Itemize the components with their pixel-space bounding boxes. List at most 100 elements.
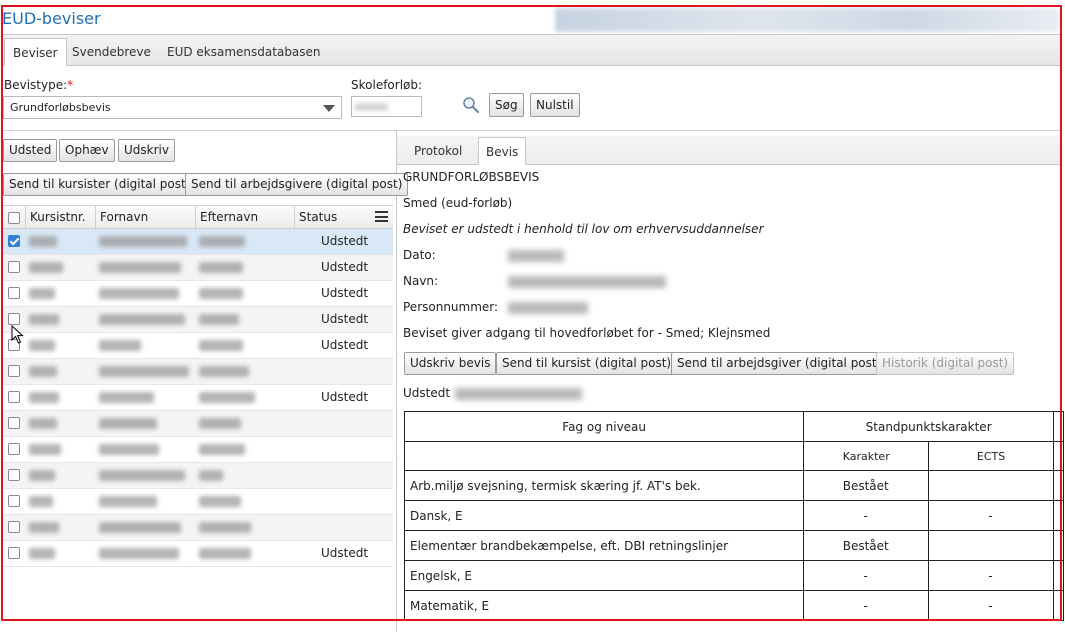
- detail-tabbar: Protokol Bevis: [397, 135, 1062, 165]
- fornavn-blurred: [99, 522, 181, 533]
- row-checkbox[interactable]: [8, 235, 20, 247]
- row-checkbox[interactable]: [8, 469, 20, 481]
- tab-bevis[interactable]: Bevis: [478, 137, 527, 165]
- blurred-school-name: [555, 8, 1060, 32]
- send-kursist-button[interactable]: Send til kursist (digital post): [496, 352, 678, 375]
- fornavn-blurred: [99, 392, 154, 403]
- row-checkbox[interactable]: [8, 443, 20, 455]
- table-row[interactable]: Udstedt: [3, 333, 393, 359]
- send-arbejdsgiver-button[interactable]: Send til arbejdsgiver (digital post): [671, 352, 888, 375]
- tab-eud-eksamensdatabasen[interactable]: EUD eksamensdatabasen: [159, 38, 329, 66]
- row-checkbox[interactable]: [8, 365, 20, 377]
- table-row[interactable]: [3, 489, 393, 515]
- row-checkbox[interactable]: [8, 391, 20, 403]
- select-all-checkbox[interactable]: [8, 212, 20, 224]
- table-row[interactable]: Udstedt: [3, 307, 393, 333]
- col-overflow: [1052, 441, 1065, 471]
- karakter-cell: -: [803, 500, 930, 531]
- col-efternavn[interactable]: Efternavn: [195, 206, 294, 228]
- row-checkbox[interactable]: [8, 495, 20, 507]
- row-checkbox[interactable]: [8, 417, 20, 429]
- udskriv-button[interactable]: Udskriv: [118, 139, 175, 162]
- fornavn-blurred: [99, 340, 141, 351]
- program-name: Smed (eud-forløb): [403, 196, 513, 210]
- tab-svendebreve[interactable]: Svendebreve: [64, 38, 159, 66]
- send-kursister-button[interactable]: Send til kursister (digital post): [3, 173, 197, 196]
- kursistnr-blurred: [29, 314, 59, 325]
- kursistnr-blurred: [29, 262, 63, 273]
- status-cell: Udstedt: [321, 286, 369, 300]
- reset-button[interactable]: Nulstil: [530, 93, 580, 117]
- fag-cell: Arb.miljø svejsning, termisk skæring jf.…: [403, 470, 805, 501]
- row-checkbox[interactable]: [8, 261, 20, 273]
- status-cell: Udstedt: [321, 546, 369, 560]
- grid-body: Udstedt Udstedt Udstedt Udstedt Udstedt Udste…: [3, 229, 393, 567]
- efternavn-blurred: [199, 548, 251, 559]
- udstedt-value-blurred: [455, 388, 582, 400]
- ects-cell: [928, 530, 1054, 561]
- table-row[interactable]: Udstedt: [3, 281, 393, 307]
- col-status[interactable]: Status: [294, 206, 366, 228]
- overflow-cell: [1052, 530, 1065, 561]
- panel-splitter[interactable]: [396, 131, 397, 632]
- kursistnr-blurred: [29, 522, 59, 533]
- row-checkbox[interactable]: [8, 547, 20, 559]
- col-kursistnr[interactable]: Kursistnr.: [25, 206, 95, 228]
- col-fornavn[interactable]: Fornavn: [95, 206, 195, 228]
- table-row[interactable]: Udstedt: [3, 541, 393, 567]
- table-row[interactable]: [3, 463, 393, 489]
- ects-cell: -: [928, 590, 1054, 621]
- row-checkbox[interactable]: [8, 287, 20, 299]
- col-overflow: [1052, 411, 1065, 442]
- send-arbejdsgivere-button[interactable]: Send til arbejdsgivere (digital post): [185, 173, 409, 196]
- efternavn-blurred: [199, 392, 255, 403]
- tab-beviser[interactable]: Beviser: [4, 38, 67, 66]
- mouse-cursor-icon: [11, 325, 24, 344]
- efternavn-blurred: [199, 366, 249, 377]
- main-tabbar: Beviser Svendebreve EUD eksamensdatabase…: [2, 35, 1062, 66]
- search-icon[interactable]: [462, 96, 480, 114]
- status-cell: Udstedt: [321, 312, 369, 326]
- dato-value-blurred: [508, 250, 564, 262]
- ects-cell: -: [928, 560, 1054, 591]
- col-fag-og-niveau: Fag og niveau: [403, 411, 805, 442]
- table-row[interactable]: [3, 359, 393, 385]
- fag-cell: Engelsk, E: [403, 560, 805, 591]
- fornavn-blurred: [99, 444, 159, 455]
- personnummer-label: Personnummer:: [403, 300, 499, 314]
- efternavn-blurred: [199, 236, 245, 247]
- table-row[interactable]: [3, 437, 393, 463]
- fag-cell: Dansk, E: [403, 500, 805, 531]
- efternavn-blurred: [199, 314, 239, 325]
- udsted-button[interactable]: Udsted: [3, 139, 58, 162]
- table-row[interactable]: Udstedt: [3, 385, 393, 411]
- table-row[interactable]: Udstedt: [3, 255, 393, 281]
- overflow-cell: [1052, 500, 1065, 531]
- efternavn-blurred: [199, 496, 241, 507]
- kursistnr-blurred: [29, 288, 55, 299]
- table-row[interactable]: [3, 411, 393, 437]
- ophaev-button[interactable]: Ophæv: [59, 139, 115, 162]
- col-karakter: Karakter: [803, 441, 930, 471]
- fornavn-blurred: [99, 288, 179, 299]
- col-standpunktskarakter: Standpunktskarakter: [803, 411, 1054, 442]
- table-row[interactable]: [3, 515, 393, 541]
- tab-protokol[interactable]: Protokol: [407, 137, 469, 165]
- search-button[interactable]: Søg: [489, 93, 524, 117]
- efternavn-blurred: [199, 470, 223, 481]
- kursistnr-blurred: [29, 444, 61, 455]
- blurred-value: xxxxx: [355, 100, 388, 113]
- historik-button[interactable]: Historik (digital post): [876, 352, 1015, 375]
- fornavn-blurred: [99, 236, 187, 247]
- table-row[interactable]: Udstedt: [3, 229, 393, 255]
- udskriv-bevis-button[interactable]: Udskriv bevis: [404, 352, 497, 375]
- grade-row: Arb.miljø svejsning, termisk skæring jf.…: [403, 470, 1065, 501]
- menu-icon[interactable]: [375, 211, 388, 222]
- grade-row: Matematik, E--: [403, 590, 1065, 621]
- row-checkbox[interactable]: [8, 313, 20, 325]
- bevistype-select[interactable]: Grundforløbsbevis: [3, 96, 342, 119]
- skoleforlob-input[interactable]: xxxxx: [351, 96, 422, 117]
- row-checkbox[interactable]: [8, 521, 20, 533]
- grid-header: Kursistnr. Fornavn Efternavn Status: [3, 205, 393, 229]
- status-cell: Udstedt: [321, 390, 369, 404]
